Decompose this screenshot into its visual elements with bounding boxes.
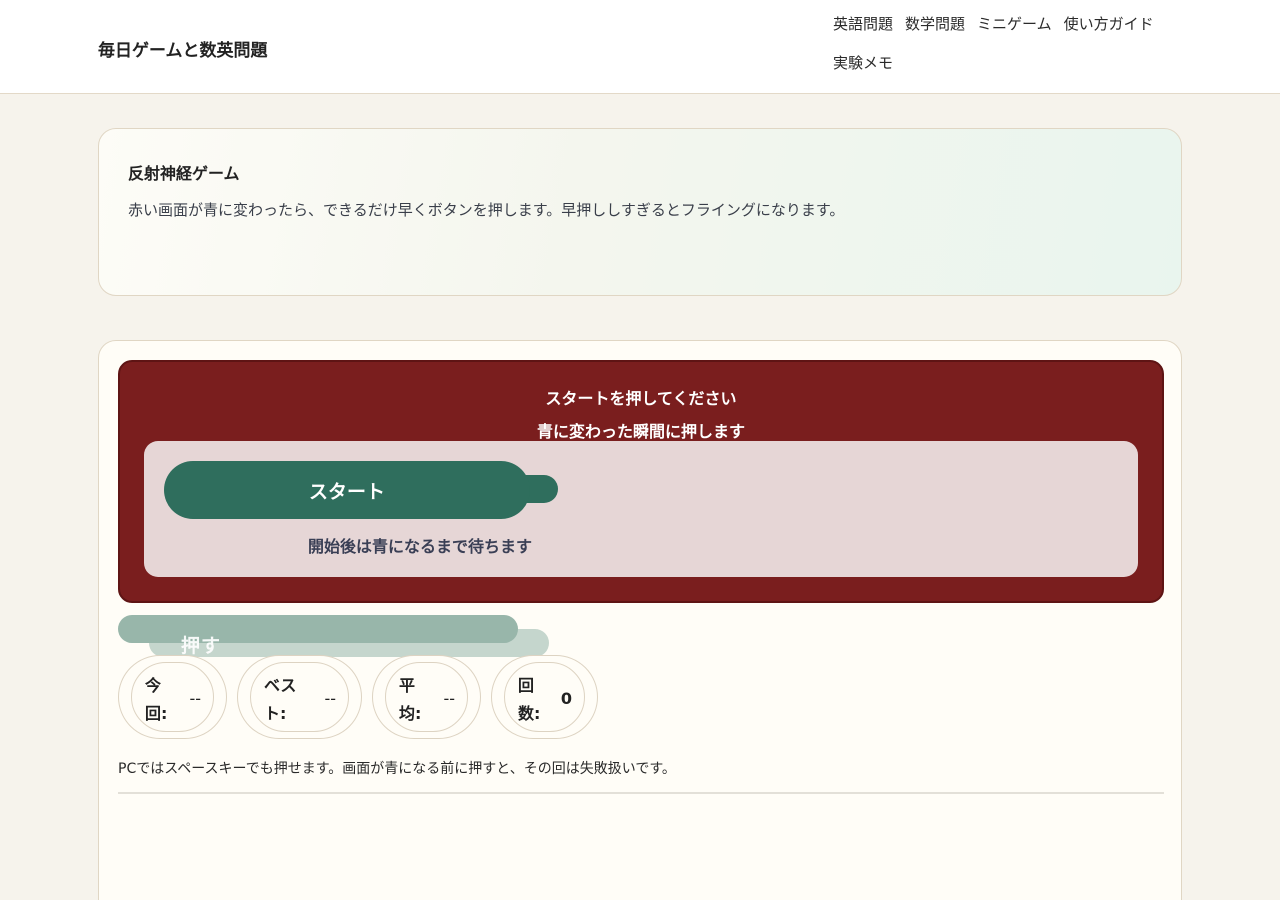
game-card: スタートを押してください 青に変わった瞬間に押します スタート 開始後は青になる… — [98, 340, 1182, 900]
push-button[interactable] — [118, 615, 518, 643]
divider — [118, 792, 1164, 794]
stat-best-label: ベスト: — [264, 676, 297, 723]
stat-average-label: 平均: — [399, 676, 422, 723]
start-hint: 開始後は青になるまで待ちます — [307, 537, 532, 556]
reaction-screen[interactable]: スタートを押してください 青に変わった瞬間に押します スタート 開始後は青になる… — [118, 360, 1164, 603]
stat-best-inner: ベスト: -- — [250, 662, 349, 732]
stat-average-inner: 平均: -- — [385, 662, 468, 732]
stat-count: 回数: 0 — [491, 655, 598, 739]
stat-best-value: -- — [324, 689, 336, 708]
stat-current: 今回: -- — [118, 655, 227, 739]
stat-current-label: 今回: — [145, 676, 168, 723]
nav-link-lab-notes[interactable]: 実験メモ — [833, 53, 893, 74]
game-description: 赤い画面が青に変わったら、できるだけ早くボタンを押します。早押ししすぎるとフライ… — [128, 201, 845, 219]
stat-current-inner: 今回: -- — [131, 662, 214, 732]
keyboard-hint: PCではスペースキーでも押せます。画面が青になる前に押すと、その回は失敗扱いです… — [118, 761, 676, 777]
start-panel: スタート 開始後は青になるまで待ちます — [144, 441, 1138, 577]
stat-average: 平均: -- — [372, 655, 481, 739]
push-button-label: 押す — [181, 635, 222, 657]
nav-link-minigame[interactable]: ミニゲーム — [977, 14, 1052, 35]
start-button[interactable]: スタート — [164, 461, 530, 519]
nav-link-guide[interactable]: 使い方ガイド — [1064, 14, 1154, 35]
stat-count-label: 回数: — [518, 676, 541, 723]
game-title: 反射神経ゲーム — [128, 164, 240, 183]
screen-submessage: 青に変わった瞬間に押します — [536, 422, 745, 441]
intro-card: 反射神経ゲーム 赤い画面が青に変わったら、できるだけ早くボタンを押します。早押し… — [98, 128, 1182, 296]
screen-message: スタートを押してください — [545, 389, 737, 408]
stat-count-value: 0 — [560, 689, 572, 708]
stat-current-value: -- — [189, 689, 201, 708]
nav-link-english[interactable]: 英語問題 — [833, 14, 893, 35]
main-nav: 英語問題 数学問題 ミニゲーム 使い方ガイド 実験メモ — [833, 14, 1173, 74]
nav-link-math[interactable]: 数学問題 — [905, 14, 965, 35]
site-header: 毎日ゲームと数英問題 英語問題 数学問題 ミニゲーム 使い方ガイド 実験メモ — [0, 0, 1280, 94]
stat-average-value: -- — [443, 689, 455, 708]
stat-count-inner: 回数: 0 — [504, 662, 585, 732]
stat-best: ベスト: -- — [237, 655, 362, 739]
site-title[interactable]: 毎日ゲームと数英問題 — [98, 36, 268, 61]
